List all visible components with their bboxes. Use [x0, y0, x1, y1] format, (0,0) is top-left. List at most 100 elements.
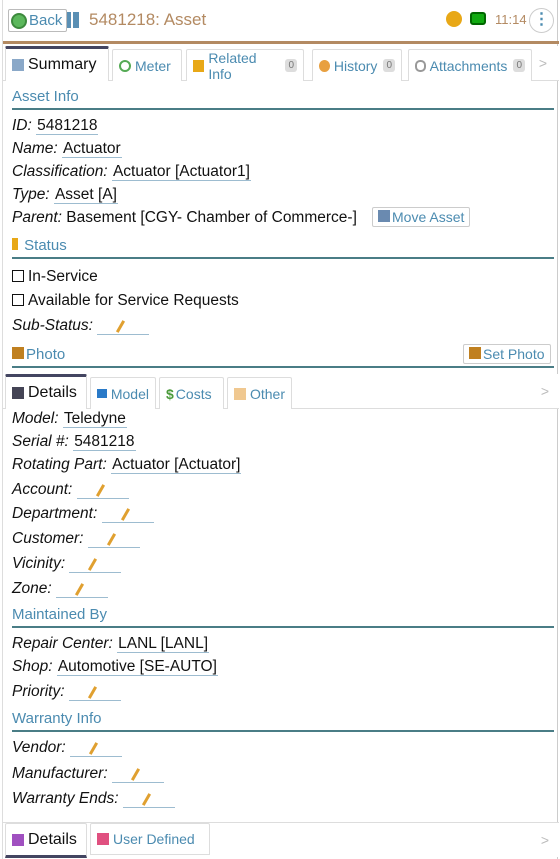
user-defined-icon	[97, 833, 109, 845]
detail-tabs: Details Model $ Costs Other >	[3, 374, 559, 409]
more-menu-button[interactable]: ⋮	[529, 8, 554, 33]
field-value[interactable]: LANL [LANL]	[117, 635, 209, 653]
tab-label: Related Info	[208, 49, 257, 82]
field-label: Zone:	[12, 580, 52, 597]
tab-label: User Defined	[113, 831, 195, 847]
tab-model[interactable]: Model	[90, 377, 156, 409]
tabs-scroll-right[interactable]: >	[539, 55, 547, 71]
field-label: Vendor:	[12, 739, 66, 756]
edit-field[interactable]	[122, 791, 175, 808]
checkbox-label: In-Service	[28, 268, 98, 285]
summary-icon	[12, 59, 24, 71]
check-icon	[12, 270, 24, 282]
tab-label: Summary	[28, 56, 97, 73]
tabs-scroll-right[interactable]: >	[541, 383, 549, 399]
field-label: ID:	[12, 117, 32, 134]
edit-field[interactable]	[101, 506, 154, 523]
field-value[interactable]: Asset [A]	[53, 186, 118, 204]
field-label: Vicinity:	[12, 555, 66, 572]
in-service-checkbox[interactable]: In-Service	[12, 268, 98, 286]
connection-icon	[470, 12, 486, 25]
set-photo-icon	[469, 347, 481, 359]
field-value[interactable]: Actuator	[61, 140, 122, 158]
count-badge: 0	[285, 59, 297, 72]
section-status: Status	[12, 237, 554, 259]
field-name: Name: Actuator	[12, 140, 122, 158]
checkbox-label: Available for Service Requests	[28, 292, 239, 309]
field-label: Repair Center:	[12, 635, 113, 652]
tab-label: Details	[28, 384, 77, 401]
tabs-scroll-right[interactable]: >	[541, 832, 549, 848]
field-vendor: Vendor:	[12, 739, 123, 757]
field-value[interactable]: Teledyne	[62, 410, 127, 428]
tab-summary[interactable]: Summary	[5, 46, 109, 81]
back-icon	[11, 12, 27, 29]
field-warranty-ends: Warranty Ends:	[12, 790, 175, 808]
field-type: Type: Asset [A]	[12, 186, 118, 204]
available-checkbox[interactable]: Available for Service Requests	[12, 292, 239, 310]
top-tabs: Summary Meter Related Info 0 History 0 Att…	[3, 46, 559, 82]
tab-related-info[interactable]: Related Info 0	[186, 49, 304, 82]
edit-field[interactable]	[70, 740, 123, 757]
other-icon	[234, 387, 246, 400]
photo-icon	[12, 347, 24, 359]
field-label: Priority:	[12, 683, 65, 700]
field-label: Shop:	[12, 658, 53, 675]
back-button[interactable]: Back	[8, 9, 68, 32]
header: Back 5481218: Asset 11:14 ⋮	[3, 0, 559, 44]
field-value[interactable]: Actuator [Actuator]	[111, 456, 242, 474]
field-id: ID: 5481218	[12, 117, 99, 135]
field-value[interactable]: Automotive [SE-AUTO]	[56, 658, 218, 676]
field-model: Model: Teledyne	[12, 410, 127, 428]
field-label: Department:	[12, 505, 98, 522]
edit-field[interactable]	[55, 581, 108, 598]
button-label: Move Asset	[392, 209, 465, 225]
edit-field[interactable]	[69, 556, 122, 573]
field-label: Model:	[12, 410, 59, 427]
edit-field[interactable]	[87, 531, 140, 548]
field-value[interactable]: Actuator [Actuator1]	[111, 163, 251, 181]
field-label: Classification:	[12, 163, 108, 180]
edit-field[interactable]	[111, 766, 164, 783]
tab-meter[interactable]: Meter	[112, 49, 182, 81]
set-photo-button[interactable]: Set Photo	[463, 344, 551, 364]
tab-history[interactable]: History 0	[312, 49, 402, 81]
related-info-icon	[193, 59, 205, 72]
tab-attachments[interactable]: Attachments 0	[408, 49, 532, 81]
field-label: Parent:	[12, 209, 62, 226]
field-value[interactable]: 5481218	[36, 117, 99, 135]
tab-details-bottom[interactable]: Details	[5, 823, 87, 858]
section-title: Photo	[26, 346, 66, 363]
asset-page: Back 5481218: Asset 11:14 ⋮ Summary Mete…	[2, 0, 559, 859]
tab-label: History	[333, 57, 378, 74]
edit-field[interactable]	[76, 482, 129, 499]
section-warranty: Warranty Info	[12, 710, 554, 732]
check-icon	[12, 294, 24, 306]
count-badge: 0	[383, 59, 395, 72]
field-serial: Serial #: 5481218	[12, 433, 136, 451]
field-label: Sub-Status:	[12, 317, 93, 334]
tab-costs[interactable]: $ Costs	[159, 377, 224, 409]
model-icon	[97, 389, 107, 398]
clock: 11:14	[495, 12, 527, 27]
edit-field[interactable]	[97, 318, 150, 335]
field-classification: Classification: Actuator [Actuator1]	[12, 163, 251, 181]
edit-field[interactable]	[68, 684, 121, 701]
field-label: Serial #:	[12, 433, 69, 450]
tab-label: Other	[249, 385, 285, 402]
paperclip-icon	[415, 59, 426, 72]
field-value[interactable]: 5481218	[73, 433, 136, 451]
tab-details[interactable]: Details	[5, 374, 87, 409]
back-label: Back	[29, 12, 63, 29]
history-icon	[319, 59, 330, 72]
field-account: Account:	[12, 481, 129, 499]
move-asset-button[interactable]: Move Asset	[372, 207, 471, 227]
field-shop: Shop: Automotive [SE-AUTO]	[12, 658, 218, 676]
tab-label: Model	[110, 385, 149, 402]
tab-user-defined[interactable]: User Defined	[90, 823, 210, 855]
tab-label: Meter	[135, 57, 171, 74]
count-badge: 0	[513, 59, 525, 72]
tab-other[interactable]: Other	[227, 377, 292, 409]
traffic-light-icon	[12, 238, 18, 250]
sync-icon[interactable]	[446, 11, 462, 27]
